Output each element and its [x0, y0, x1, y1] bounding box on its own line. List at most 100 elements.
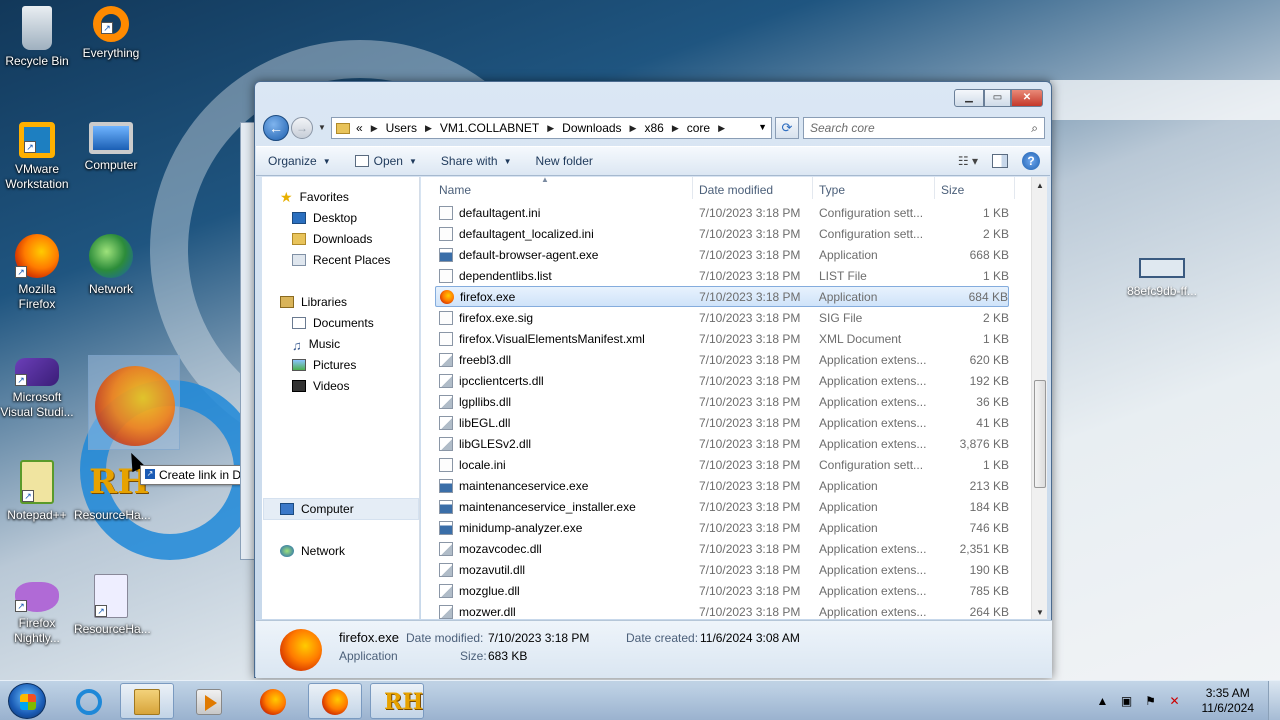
desktop-icon-mozilla-firefox[interactable]: ↗ Mozilla Firefox	[0, 234, 74, 312]
desktop-icon-computer[interactable]: Computer	[74, 122, 148, 173]
desktop-icon-network[interactable]: Network	[74, 234, 148, 297]
preview-pane-icon[interactable]	[992, 154, 1008, 168]
search-input[interactable]: Search core ⌕	[803, 117, 1045, 139]
file-row[interactable]: mozavcodec.dll 7/10/2023 3:18 PM Applicati…	[435, 538, 1009, 559]
file-row[interactable]: libEGL.dll 7/10/2023 3:18 PM Application e…	[435, 412, 1009, 433]
file-row[interactable]: defaultagent.ini 7/10/2023 3:18 PM Configu…	[435, 202, 1009, 223]
file-row[interactable]: ipcclientcerts.dll 7/10/2023 3:18 PM Appli…	[435, 370, 1009, 391]
file-row[interactable]: minidump-analyzer.exe 7/10/2023 3:18 PM Ap…	[435, 517, 1009, 538]
column-header-date[interactable]: Date modified	[693, 177, 813, 199]
file-row[interactable]: firefox.exe 7/10/2023 3:18 PM Application 6…	[435, 286, 1009, 307]
nav-documents[interactable]: Documents	[292, 313, 374, 333]
desktop-icon-visual-studio[interactable]: ↗ Microsoft Visual Studi...	[0, 348, 74, 420]
change-view-button[interactable]: ☷ ▾	[958, 154, 978, 168]
close-button[interactable]: ✕	[1011, 89, 1043, 107]
chevron-right-icon[interactable]: ▶	[630, 123, 637, 134]
nav-computer[interactable]: Computer	[280, 499, 354, 519]
address-bar[interactable]: « ▶ Users ▶ VM1.COLLABNET ▶ Downloads ▶ …	[331, 117, 772, 139]
scrollbar-thumb[interactable]	[1034, 380, 1046, 488]
scroll-down-icon[interactable]: ▼	[1036, 608, 1044, 617]
file-row[interactable]: dependentlibs.list 7/10/2023 3:18 PM LIST …	[435, 265, 1009, 286]
desktop-icon-notepad-plus-plus[interactable]: ↗ Notepad++	[0, 460, 74, 523]
column-header-size[interactable]: Size	[935, 177, 1015, 199]
chevron-right-icon[interactable]: ▶	[718, 123, 725, 134]
nav-favorites[interactable]: ★ Favorites	[280, 187, 349, 207]
nav-network[interactable]: Network	[280, 541, 345, 561]
breadcrumb-overflow[interactable]: «	[356, 121, 363, 135]
file-date: 7/10/2023 3:18 PM	[699, 394, 801, 409]
media-player-icon	[196, 689, 222, 715]
taskbar-firefox[interactable]	[246, 683, 300, 719]
back-button[interactable]: ←	[263, 115, 289, 141]
desktop-icon-everything[interactable]: ↗ Everything	[74, 6, 148, 61]
help-icon[interactable]: ?	[1022, 152, 1040, 170]
desktop-icon-vmware[interactable]: ↗ VMware Workstation	[0, 122, 74, 192]
dll-icon	[439, 373, 453, 388]
nav-desktop[interactable]: Desktop	[292, 208, 357, 228]
taskbar-windows-explorer[interactable]	[120, 683, 174, 719]
taskbar-resource-hacker[interactable]: RH	[370, 683, 424, 719]
file-row[interactable]: firefox.exe.sig 7/10/2023 3:18 PM SIG File…	[435, 307, 1009, 328]
desktop-icon-guid-file[interactable]: 88efc9db-ff...	[1120, 258, 1204, 298]
nav-music[interactable]: ♫ Music	[292, 334, 340, 354]
taskbar-internet-explorer[interactable]	[62, 683, 116, 719]
nav-videos[interactable]: Videos	[292, 376, 349, 396]
nav-pictures[interactable]: Pictures	[292, 355, 356, 375]
breadcrumb-item[interactable]: core	[687, 121, 710, 135]
column-header-name[interactable]: ▲ Name	[421, 177, 693, 199]
file-row[interactable]: default-browser-agent.exe 7/10/2023 3:18 …	[435, 244, 1009, 265]
nav-libraries[interactable]: Libraries	[280, 292, 347, 312]
chevron-right-icon[interactable]: ▶	[547, 123, 554, 134]
search-icon[interactable]: ⌕	[1031, 121, 1038, 136]
file-row[interactable]: libGLESv2.dll 7/10/2023 3:18 PM Applicatio…	[435, 433, 1009, 454]
file-row[interactable]: locale.ini 7/10/2023 3:18 PM Configuration…	[435, 454, 1009, 475]
nav-downloads[interactable]: Downloads	[292, 229, 372, 249]
maximize-button[interactable]: ▭	[984, 89, 1011, 107]
breadcrumb-item[interactable]: Downloads	[562, 121, 621, 135]
show-desktop-button[interactable]	[1268, 681, 1280, 720]
column-header-type[interactable]: Type	[813, 177, 935, 199]
minimize-button[interactable]: ▁	[954, 89, 984, 107]
vertical-scrollbar[interactable]: ▲ ▼	[1031, 177, 1047, 619]
clock[interactable]: 3:35 AM 11/6/2024	[1202, 686, 1255, 716]
chevron-right-icon: ▶	[370, 122, 378, 133]
desktop-icon-resource-hacker-file[interactable]: ↗ ResourceHa...	[74, 574, 151, 637]
share-with-button[interactable]: Share with ▼	[429, 154, 524, 168]
file-row[interactable]: firefox.VisualElementsManifest.xml 7/10/2…	[435, 328, 1009, 349]
open-button[interactable]: Open ▼	[343, 154, 429, 168]
file-row[interactable]: maintenanceservice_installer.exe 7/10/202…	[435, 496, 1009, 517]
desktop-icon-firefox-nightly[interactable]: ↗ Firefox Nightly...	[0, 574, 74, 646]
network-tray-icon[interactable]: ▣	[1120, 694, 1134, 708]
chevron-right-icon[interactable]: ▶	[672, 123, 679, 134]
file-row[interactable]: mozavutil.dll 7/10/2023 3:18 PM Applicatio…	[435, 559, 1009, 580]
file-row[interactable]: mozwer.dll 7/10/2023 3:18 PM Application e…	[435, 601, 1009, 619]
refresh-button[interactable]: ⟳	[775, 117, 799, 139]
file-row[interactable]: lgpllibs.dll 7/10/2023 3:18 PM Application…	[435, 391, 1009, 412]
taskbar-media-player[interactable]	[182, 683, 236, 719]
file-row[interactable]: defaultagent_localized.ini 7/10/2023 3:18…	[435, 223, 1009, 244]
start-button[interactable]	[8, 683, 46, 719]
file-type: Application extens...	[819, 415, 927, 430]
file-row[interactable]: maintenanceservice.exe 7/10/2023 3:18 PM A…	[435, 475, 1009, 496]
file-icon	[439, 205, 453, 220]
show-hidden-icons-icon[interactable]: ▲	[1096, 694, 1110, 708]
breadcrumb-item[interactable]: Users	[386, 121, 417, 135]
taskbar-firefox-window[interactable]	[308, 683, 362, 719]
file-type: LIST File	[819, 268, 867, 283]
chevron-right-icon[interactable]: ▶	[425, 123, 432, 134]
address-dropdown-icon[interactable]: ▼	[758, 122, 767, 132]
action-center-flag-icon[interactable]: ⚑	[1144, 694, 1158, 708]
file-row[interactable]: freebl3.dll 7/10/2023 3:18 PM Application …	[435, 349, 1009, 370]
organize-button[interactable]: Organize ▼	[256, 154, 343, 168]
volume-muted-icon[interactable]: ✕	[1168, 694, 1182, 708]
nav-recent-places[interactable]: Recent Places	[292, 250, 390, 270]
breadcrumb-item[interactable]: VM1.COLLABNET	[440, 121, 539, 135]
recent-pages-dropdown[interactable]: ▼	[318, 123, 326, 132]
new-folder-button[interactable]: New folder	[524, 154, 605, 168]
breadcrumb-item[interactable]: x86	[644, 121, 663, 135]
scroll-up-icon[interactable]: ▲	[1036, 181, 1044, 190]
forward-button[interactable]: →	[291, 117, 313, 139]
exe-icon	[439, 499, 453, 514]
desktop-icon-recycle-bin[interactable]: Recycle Bin	[0, 6, 74, 69]
file-row[interactable]: mozglue.dll 7/10/2023 3:18 PM Application …	[435, 580, 1009, 601]
